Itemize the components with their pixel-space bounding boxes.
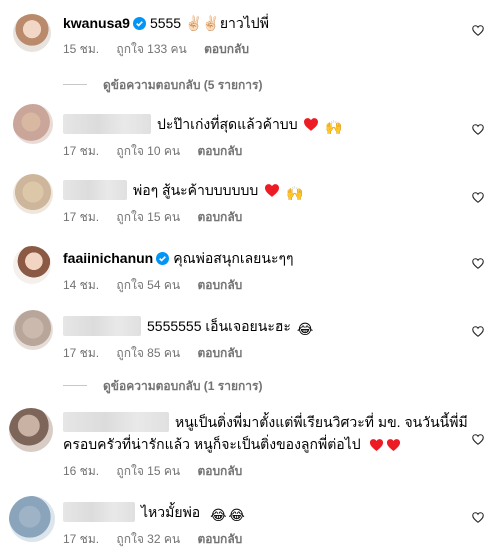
comment-item: faaiinichanun คุณพ่อสนุกเลยนะๆๆ 14 ชม. ถู… (0, 242, 496, 302)
reply-button[interactable]: ตอบกลับ (197, 346, 242, 360)
comment-item: ไหวมั้ยพ่อ 😂 😂 17 ชม. ถูกใจ 32 คน ตอบกลับ (0, 490, 496, 552)
view-replies-button[interactable]: ดูข้อความตอบกลับ (1 รายการ) (63, 377, 262, 396)
comment-meta: 17 ชม. ถูกใจ 15 คน ตอบกลับ (63, 208, 256, 227)
comment-time[interactable]: 17 ชม. (63, 532, 99, 546)
comment-time[interactable]: 15 ชม. (63, 42, 99, 56)
view-replies-button[interactable]: ดูข้อความตอบกลับ (5 รายการ) (63, 76, 262, 95)
verified-badge-icon (132, 17, 146, 30)
like-heart-icon[interactable] (472, 258, 484, 269)
view-replies-label: ดูข้อความตอบกลับ (1 รายการ) (103, 379, 263, 393)
comment-meta: 16 ชม. ถูกใจ 15 คน ตอบกลับ (63, 462, 256, 481)
comment-likes[interactable]: ถูกใจ 15 คน (116, 210, 180, 224)
like-heart-icon[interactable] (472, 434, 484, 445)
blurred-username (63, 180, 127, 200)
comment-time[interactable]: 14 ชม. (63, 278, 99, 292)
comment-username[interactable]: kwanusa9 (63, 15, 130, 31)
laughing-face-icon: 😂 (228, 507, 245, 523)
comment-item: พ่อๆ สู้นะค้าบบบบบบ 🙌 17 ชม. ถูกใจ 15 คน… (0, 170, 496, 230)
comment-text-line1: หนูเป็นติ่งพี่มาตั้งแต่พี่เรียนวิศวะที่ … (175, 414, 468, 430)
laughing-face-icon: 😂 (296, 321, 314, 337)
blurred-username (63, 114, 151, 134)
comment-likes[interactable]: ถูกใจ 54 คน (116, 278, 180, 292)
blurred-username (63, 316, 141, 336)
laughing-face-icon: 😂 (210, 507, 227, 523)
comment-meta: 17 ชม. ถูกใจ 85 คน ตอบกลับ (63, 344, 256, 363)
comment-time[interactable]: 17 ชม. (63, 144, 99, 158)
comment-meta: 15 ชม. ถูกใจ 133 คน ตอบกลับ (63, 40, 263, 59)
comment-likes[interactable]: ถูกใจ 32 คน (116, 532, 180, 546)
comment-item: kwanusa9 5555 ✌🏻✌🏻ยาวไปพี่ 15 ชม. ถูกใจ 1… (0, 10, 496, 80)
reply-button[interactable]: ตอบกลับ (197, 210, 242, 224)
verified-badge-icon (156, 252, 170, 265)
comment-item: หนูเป็นติ่งพี่มาตั้งแต่พี่เรียนวิศวะที่ … (0, 402, 496, 482)
like-heart-icon[interactable] (472, 326, 484, 337)
comment-time[interactable]: 17 ชม. (63, 210, 99, 224)
view-replies-label: ดูข้อความตอบกลับ (5 รายการ) (103, 78, 263, 92)
like-heart-icon[interactable] (472, 192, 484, 203)
like-heart-icon[interactable] (472, 124, 484, 135)
avatar[interactable] (13, 174, 53, 214)
avatar[interactable] (9, 496, 55, 542)
red-heart-icon (304, 118, 319, 131)
comment-meta: 17 ชม. ถูกใจ 10 คน ตอบกลับ (63, 142, 256, 161)
comment-meta: 17 ชม. ถูกใจ 32 คน ตอบกลับ (63, 530, 256, 549)
comment-username[interactable]: faaiinichanun (63, 250, 153, 266)
comment-likes[interactable]: ถูกใจ 10 คน (116, 144, 180, 158)
comment-text: พ่อๆ สู้นะค้าบบบบบบ (133, 182, 259, 198)
thread-divider (63, 385, 87, 386)
avatar[interactable] (9, 408, 53, 452)
comment-time[interactable]: 17 ชม. (63, 346, 99, 360)
reply-button[interactable]: ตอบกลับ (197, 144, 242, 158)
avatar[interactable] (13, 310, 53, 350)
reply-button[interactable]: ตอบกลับ (197, 278, 242, 292)
avatar[interactable] (13, 14, 51, 52)
comment-text: คุณพ่อสนุกเลยนะๆๆ (173, 250, 294, 266)
comment-time[interactable]: 16 ชม. (63, 464, 99, 478)
comment-text: ปะป๊าเก่งที่สุดแล้วค้าบบ (157, 116, 298, 132)
blurred-username (63, 412, 169, 432)
raised-hands-icon: 🙌 (325, 119, 343, 135)
comment-likes[interactable]: ถูกใจ 15 คน (116, 464, 180, 478)
blurred-username (63, 502, 135, 522)
comment-text: ไหวมั้ยพ่อ (141, 504, 201, 520)
comment-likes[interactable]: ถูกใจ 85 คน (116, 346, 180, 360)
red-heart-icon (386, 439, 400, 451)
comment-item: 5555555 เอ็นเจอยนะฮะ 😂 17 ชม. ถูกใจ 85 ค… (0, 306, 496, 368)
comment-likes[interactable]: ถูกใจ 133 คน (116, 42, 186, 56)
comment-text: 5555555 เอ็นเจอยนะฮะ (147, 318, 291, 334)
comment-text-line2: ครอบครัวที่น่ารักแล้ว หนูก็จะเป็นติ่งของ… (63, 436, 361, 452)
comment-text: 5555 ✌🏻✌🏻ยาวไปพี่ (149, 15, 269, 31)
like-heart-icon[interactable] (472, 512, 484, 523)
reply-button[interactable]: ตอบกลับ (197, 532, 242, 546)
comment-item: ปะป๊าเก่งที่สุดแล้วค้าบบ 🙌 17 ชม. ถูกใจ … (0, 100, 496, 162)
reply-button[interactable]: ตอบกลับ (204, 42, 249, 56)
avatar[interactable] (13, 104, 53, 144)
avatar[interactable] (13, 246, 51, 284)
thread-divider (63, 84, 87, 85)
reply-button[interactable]: ตอบกลับ (197, 464, 242, 478)
raised-hands-icon: 🙌 (286, 185, 304, 201)
red-heart-icon (369, 439, 383, 451)
comment-meta: 14 ชม. ถูกใจ 54 คน ตอบกลับ (63, 276, 256, 295)
red-heart-icon (265, 184, 280, 197)
like-heart-icon[interactable] (472, 25, 484, 36)
